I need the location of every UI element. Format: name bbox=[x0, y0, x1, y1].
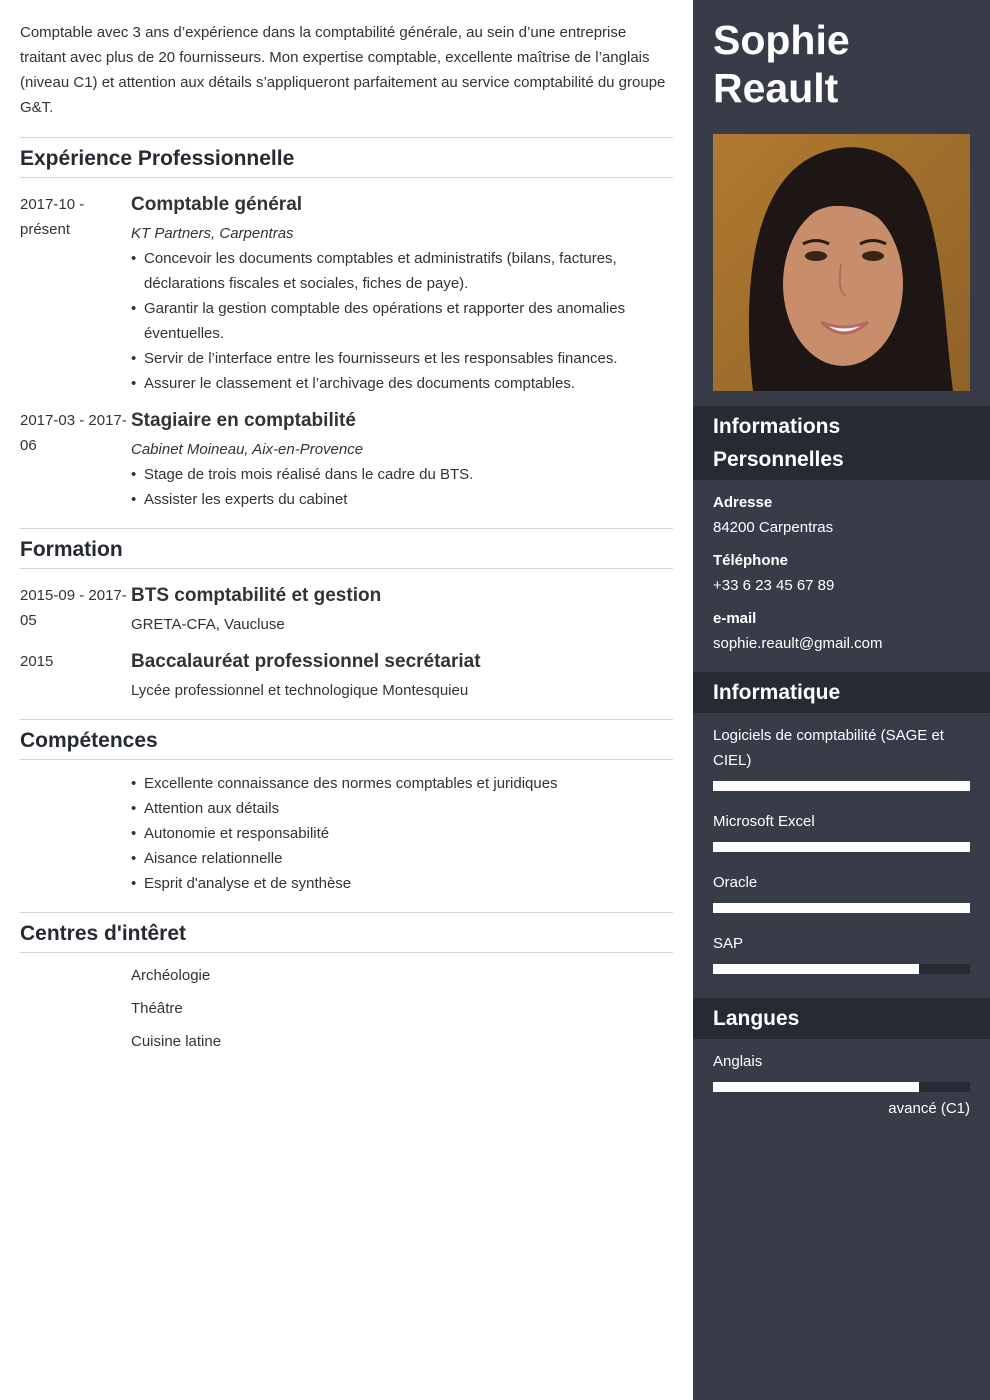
section-title-it: Informatique bbox=[693, 672, 990, 713]
task-item: Garantir la gestion comptable des opérat… bbox=[131, 296, 673, 346]
task-item: Stage de trois mois réalisé dans le cadr… bbox=[131, 462, 673, 487]
it-skill: Microsoft Excel bbox=[713, 809, 970, 852]
task-item: Assurer le classement et l’archivage des… bbox=[131, 371, 673, 396]
section-title-education: Formation bbox=[20, 528, 673, 569]
language-level-label: avancé (C1) bbox=[888, 1100, 970, 1117]
experience-entry: 2017-10 - présent Comptable général KT P… bbox=[20, 192, 673, 396]
candidate-name: Sophie Reault bbox=[693, 0, 990, 112]
interest-item: Cuisine latine bbox=[131, 1033, 222, 1050]
education-entry: 2015-09 - 2017-05 BTS comptabilité et ge… bbox=[20, 583, 673, 637]
email-value[interactable]: sophie.reault@gmail.com bbox=[713, 631, 970, 656]
job-title: Comptable général bbox=[131, 194, 303, 215]
skill-level-bar bbox=[713, 842, 970, 852]
section-title-experience: Expérience Professionnelle bbox=[20, 137, 673, 178]
degree-title: Baccalauréat professionnel secrétariat bbox=[131, 651, 481, 672]
job-tasks: Stage de trois mois réalisé dans le cadr… bbox=[131, 462, 673, 512]
skill-item: Attention aux détails bbox=[131, 796, 673, 821]
interest-item: Théâtre bbox=[131, 1000, 183, 1017]
profile-photo bbox=[713, 134, 970, 391]
phone-value[interactable]: +33 6 23 45 67 89 bbox=[713, 573, 970, 598]
entry-date: 2017-10 - présent bbox=[20, 196, 85, 238]
skill-item: Autonomie et responsabilité bbox=[131, 821, 673, 846]
skill-item: Excellente connaissance des normes compt… bbox=[131, 771, 673, 796]
portrait-illustration bbox=[713, 134, 970, 391]
section-title-personal-info: Informations Personnelles bbox=[693, 406, 990, 480]
task-item: Servir de l’interface entre les fourniss… bbox=[131, 346, 673, 371]
last-name: Reault bbox=[713, 65, 839, 111]
skill-level-bar bbox=[713, 781, 970, 791]
section-title-skills: Compétences bbox=[20, 719, 673, 760]
first-name: Sophie bbox=[713, 17, 850, 63]
school: Lycée professionnel et technologique Mon… bbox=[131, 682, 469, 699]
it-skill: Logiciels de comptabilité (SAGE et CIEL) bbox=[713, 723, 970, 791]
entry-date: 2017-03 - 2017-06 bbox=[20, 412, 127, 454]
sidebar: Sophie Reault Informations Personnelles bbox=[693, 0, 990, 1400]
experience-entry: 2017-03 - 2017-06 Stagiaire en comptabil… bbox=[20, 408, 673, 512]
job-title: Stagiaire en comptabilité bbox=[131, 410, 356, 431]
language-level-fill bbox=[713, 1082, 919, 1092]
interest-item: Archéologie bbox=[131, 967, 211, 984]
school: GRETA-CFA, Vaucluse bbox=[131, 616, 285, 633]
education-entry: 2015 Baccalauréat professionnel secrétar… bbox=[20, 649, 673, 703]
company: Cabinet Moineau, Aix-en-Provence bbox=[131, 441, 364, 458]
email-label: e-mail bbox=[713, 610, 757, 627]
phone-label: Téléphone bbox=[713, 552, 789, 569]
section-title-interests: Centres d'intêret bbox=[20, 912, 673, 953]
it-skill-name: Microsoft Excel bbox=[713, 813, 815, 830]
skills-list: Excellente connaissance des normes compt… bbox=[131, 771, 673, 896]
experience-list: 2017-10 - présent Comptable général KT P… bbox=[20, 192, 673, 512]
language-item: Anglais avancé (C1) bbox=[713, 1049, 970, 1121]
main-column: Comptable avec 3 ans d’expérience dans l… bbox=[0, 0, 693, 1400]
company: KT Partners, Carpentras bbox=[131, 225, 294, 242]
personal-info-section: Informations Personnelles Adresse 84200 … bbox=[693, 406, 990, 672]
address-label: Adresse bbox=[713, 494, 773, 511]
skill-level-fill bbox=[713, 903, 970, 913]
language-level-bar bbox=[713, 1082, 970, 1092]
skill-item: Esprit d'analyse et de synthèse bbox=[131, 871, 673, 896]
skill-item: Aisance relationnelle bbox=[131, 846, 673, 871]
interests-list: Archéologie Théâtre Cuisine latine bbox=[131, 963, 673, 1054]
language-name: Anglais bbox=[713, 1053, 763, 1070]
skills-section: Compétences Excellente connaissance des … bbox=[20, 719, 673, 896]
entry-date: 2015-09 - 2017-05 bbox=[20, 587, 127, 629]
it-skill: Oracle bbox=[713, 870, 970, 913]
interests-section: Centres d'intêret Archéologie Théâtre Cu… bbox=[20, 912, 673, 1054]
skill-level-bar bbox=[713, 964, 970, 974]
education-section: Formation 2015-09 - 2017-05 BTS comptabi… bbox=[20, 528, 673, 703]
job-tasks: Concevoir les documents comptables et ad… bbox=[131, 246, 673, 396]
address-value: 84200 Carpentras bbox=[713, 519, 834, 536]
skill-level-fill bbox=[713, 842, 970, 852]
it-skills-section: Informatique Logiciels de comptabilité (… bbox=[693, 672, 990, 998]
it-skill-name: SAP bbox=[713, 935, 744, 952]
task-item: Concevoir les documents comptables et ad… bbox=[131, 246, 673, 296]
it-skill-name: Logiciels de comptabilité (SAGE et CIEL) bbox=[713, 727, 944, 769]
education-list: 2015-09 - 2017-05 BTS comptabilité et ge… bbox=[20, 583, 673, 703]
experience-section: Expérience Professionnelle 2017-10 - pré… bbox=[20, 137, 673, 512]
skill-level-bar bbox=[713, 903, 970, 913]
section-title-languages: Langues bbox=[693, 998, 990, 1039]
profile-summary: Comptable avec 3 ans d’expérience dans l… bbox=[20, 24, 666, 116]
entry-date: 2015 bbox=[20, 653, 54, 670]
it-skill-name: Oracle bbox=[713, 874, 758, 891]
task-item: Assister les experts du cabinet bbox=[131, 487, 673, 512]
skill-level-fill bbox=[713, 781, 970, 791]
languages-section: Langues Anglais avancé (C1) bbox=[693, 998, 990, 1137]
degree-title: BTS comptabilité et gestion bbox=[131, 585, 382, 606]
it-skill: SAP bbox=[713, 931, 970, 974]
skill-level-fill bbox=[713, 964, 919, 974]
